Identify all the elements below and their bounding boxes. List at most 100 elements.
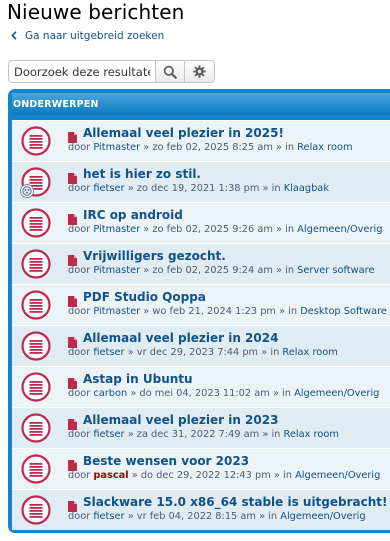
advanced-search-button[interactable] [185, 60, 215, 83]
topic-date: » za dec 31, 2022 7:49 am [127, 429, 260, 440]
topic-forum[interactable]: Relax room [284, 429, 339, 440]
topics-panel: ONDERWERPEN Allemaal veel plezier in 202… [8, 89, 390, 533]
topic-row[interactable]: Allemaal veel plezier in 2024 door fiets… [12, 325, 390, 366]
topic-row[interactable]: Allemaal veel plezier in 2023 door fiets… [12, 407, 390, 448]
topic-forum[interactable]: Desktop Software [300, 306, 387, 317]
topic-date: » vr dec 29, 2023 7:44 pm [127, 347, 259, 358]
topic-list: Allemaal veel plezier in 2025! door Pitm… [12, 120, 390, 530]
topic-date: » wo feb 21, 2024 1:23 pm [143, 306, 276, 317]
topic-author[interactable]: fietser [93, 347, 124, 358]
file-icon[interactable] [68, 497, 78, 512]
in-prefix: » in [276, 142, 295, 153]
topic-forum[interactable]: Algemeen/Overig [295, 470, 380, 481]
page-title: Nieuwe berichten [7, 0, 185, 24]
topic-author[interactable]: fietser [93, 183, 124, 194]
topic-date: » zo dec 19, 2021 1:38 pm [127, 183, 260, 194]
search-icon [163, 65, 177, 79]
topic-row[interactable]: Beste wensen voor 2023 door pascal » do … [12, 448, 390, 489]
topic-title-line: IRC op android [68, 207, 390, 225]
search-box [8, 60, 216, 83]
topic-title[interactable]: het is hier zo stil. [83, 167, 201, 181]
file-icon[interactable] [68, 210, 78, 225]
topic-row[interactable]: Astap in Ubuntu door carbon » do mei 04,… [12, 366, 390, 407]
in-prefix: » in [279, 306, 298, 317]
in-prefix: » in [272, 388, 291, 399]
topic-title-line: Allemaal veel plezier in 2024 [68, 330, 390, 348]
file-icon[interactable] [68, 292, 78, 307]
by-prefix: door [68, 511, 91, 522]
by-prefix: door [68, 142, 91, 153]
unread-topic-icon [21, 126, 51, 156]
file-icon[interactable] [68, 374, 78, 389]
topic-row[interactable]: het is hier zo stil. door fietser » zo d… [12, 161, 390, 202]
topic-title[interactable]: Allemaal veel plezier in 2024 [83, 331, 278, 345]
topic-row[interactable]: PDF Studio Qoppa door Pitmaster » wo feb… [12, 284, 390, 325]
topic-forum[interactable]: Relax room [297, 142, 352, 153]
topic-title[interactable]: Allemaal veel plezier in 2025! [83, 126, 284, 140]
user-avatar-icon [20, 184, 34, 198]
topic-meta: door Pitmaster » wo feb 21, 2024 1:23 pm… [68, 306, 390, 320]
topic-forum[interactable]: Server software [297, 265, 374, 276]
topic-text: Vrijwilligers gezocht. door Pitmaster » … [68, 248, 390, 279]
file-icon[interactable] [68, 169, 78, 184]
topic-title[interactable]: Vrijwilligers gezocht. [83, 249, 226, 263]
topic-meta: door Pitmaster » zo feb 02, 2025 9:24 am… [68, 265, 390, 279]
by-prefix: door [68, 265, 91, 276]
file-icon[interactable] [68, 251, 78, 266]
topic-title[interactable]: Astap in Ubuntu [83, 372, 193, 386]
topic-row[interactable]: Vrijwilligers gezocht. door Pitmaster » … [12, 243, 390, 284]
topic-meta: door fietser » za dec 31, 2022 7:49 am »… [68, 429, 390, 443]
topic-meta: door carbon » do mei 04, 2023 11:02 am »… [68, 388, 390, 402]
topic-row[interactable]: Slackware 15.0 x86_64 stable is uitgebra… [12, 489, 390, 530]
topic-title[interactable]: Beste wensen voor 2023 [83, 454, 249, 468]
topic-author[interactable]: Pitmaster [93, 265, 140, 276]
in-prefix: » in [276, 265, 295, 276]
topic-title[interactable]: IRC op android [83, 208, 183, 222]
unread-topic-icon [21, 208, 51, 238]
topic-meta: door fietser » vr dec 29, 2023 7:44 pm »… [68, 347, 390, 361]
search-button[interactable] [155, 60, 185, 83]
advanced-search-link[interactable]: Ga naar uitgebreid zoeken [11, 28, 164, 44]
topic-author[interactable]: fietser [93, 511, 124, 522]
topic-forum[interactable]: Algemeen/Overig [280, 511, 365, 522]
topic-date: » zo feb 02, 2025 8:25 am [143, 142, 273, 153]
topic-forum[interactable]: Klaagbak [284, 183, 329, 194]
topic-text: Allemaal veel plezier in 2025! door Pitm… [68, 125, 390, 156]
file-icon[interactable] [68, 128, 78, 143]
topic-title-line: Astap in Ubuntu [68, 371, 390, 389]
topic-title[interactable]: Allemaal veel plezier in 2023 [83, 413, 278, 427]
unread-topic-icon [21, 413, 51, 443]
file-icon[interactable] [68, 333, 78, 348]
topic-author[interactable]: fietser [93, 429, 124, 440]
topic-row[interactable]: IRC op android door Pitmaster » zo feb 0… [12, 202, 390, 243]
file-icon[interactable] [68, 415, 78, 430]
search-input[interactable] [8, 60, 155, 83]
topic-author[interactable]: carbon [93, 388, 127, 399]
topic-author[interactable]: Pitmaster [93, 142, 140, 153]
page: Nieuwe berichten Ga naar uitgebreid zoek… [0, 0, 390, 541]
topic-forum[interactable]: Algemeen/Overig [297, 224, 382, 235]
topic-meta: door Pitmaster » zo feb 02, 2025 8:25 am… [68, 142, 390, 156]
in-prefix: » in [262, 183, 281, 194]
topic-forum[interactable]: Algemeen/Overig [294, 388, 379, 399]
topic-title[interactable]: PDF Studio Qoppa [83, 290, 206, 304]
topic-text: Slackware 15.0 x86_64 stable is uitgebra… [68, 494, 390, 525]
unread-topic-icon [21, 495, 51, 525]
gear-icon [193, 65, 206, 78]
by-prefix: door [68, 470, 91, 481]
topic-author[interactable]: Pitmaster [93, 306, 140, 317]
topic-title-line: Allemaal veel plezier in 2025! [68, 125, 390, 143]
topic-forum[interactable]: Relax room [282, 347, 337, 358]
topic-title-line: het is hier zo stil. [68, 166, 390, 184]
topic-text: Beste wensen voor 2023 door pascal » do … [68, 453, 390, 484]
topic-title[interactable]: Slackware 15.0 x86_64 stable is uitgebra… [83, 495, 388, 509]
file-icon[interactable] [68, 456, 78, 471]
topic-author[interactable]: Pitmaster [93, 224, 140, 235]
topic-text: Allemaal veel plezier in 2024 door fiets… [68, 330, 390, 361]
topic-row[interactable]: Allemaal veel plezier in 2025! door Pitm… [12, 120, 390, 161]
topic-date: » zo feb 02, 2025 9:26 am [143, 224, 273, 235]
topic-author[interactable]: pascal [93, 470, 128, 481]
topic-text: PDF Studio Qoppa door Pitmaster » wo feb… [68, 289, 390, 320]
in-prefix: » in [262, 429, 281, 440]
topic-date: » zo feb 02, 2025 9:24 am [143, 265, 273, 276]
